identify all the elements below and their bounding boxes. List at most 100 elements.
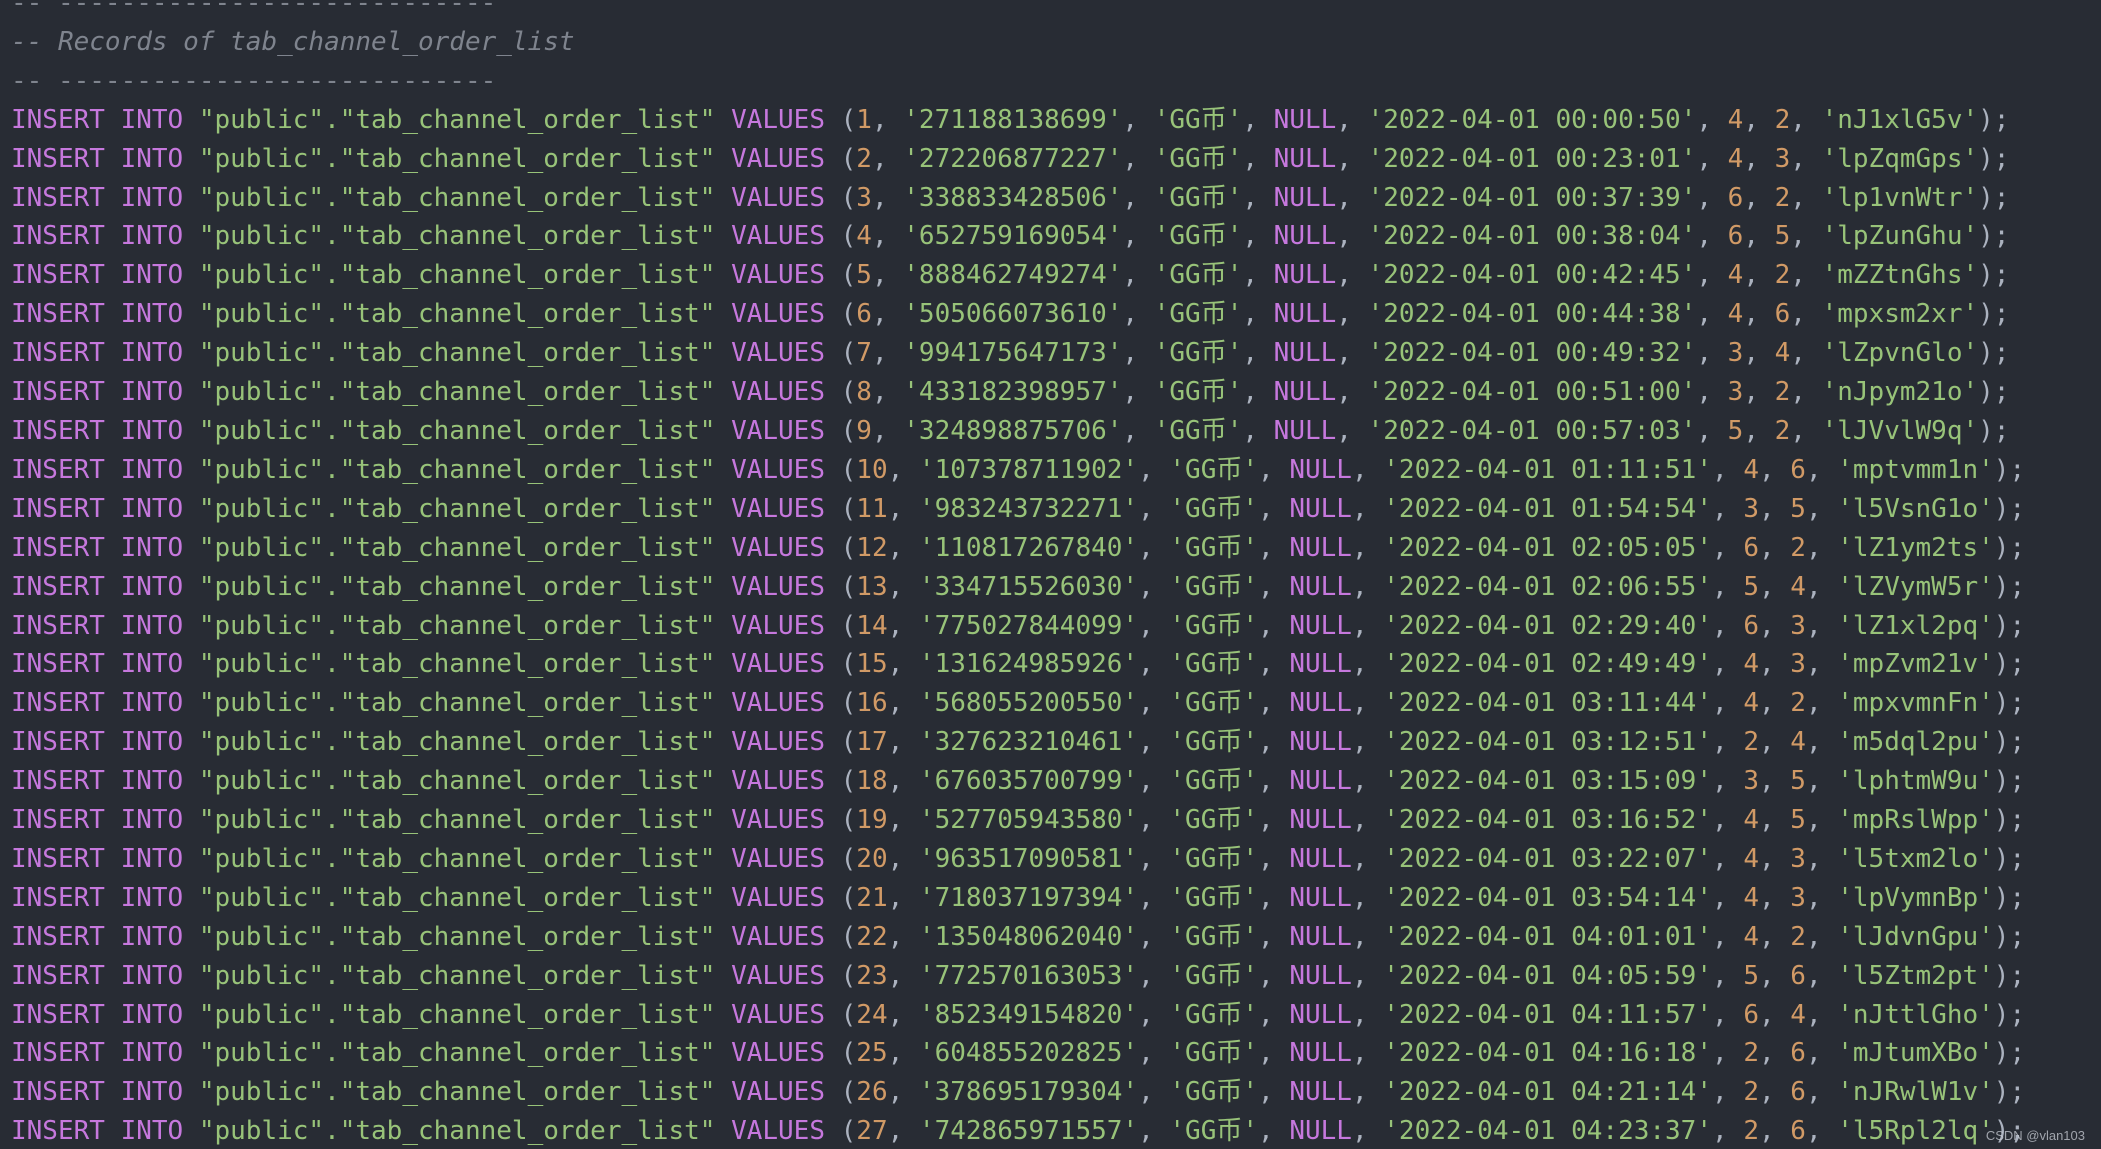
punctuation: , — [1242, 415, 1274, 446]
punctuation: , — [1258, 805, 1290, 836]
punctuation: ); — [1993, 649, 2026, 680]
punctuation: , — [1805, 999, 1838, 1030]
numeric-value-a: 6 — [1743, 610, 1759, 641]
timestamp-value: '2022-04-01 00:37:39' — [1367, 182, 1697, 213]
table-reference: "public"."tab_channel_order_list" — [198, 999, 716, 1030]
punctuation: , — [1122, 377, 1154, 408]
punctuation: , — [1122, 104, 1154, 135]
numeric-value-b: 2 — [1790, 688, 1806, 719]
punctuation: , — [1790, 338, 1822, 369]
punctuation — [715, 766, 731, 796]
currency-value: 'GG币' — [1169, 882, 1259, 913]
numeric-value-a: 5 — [1743, 571, 1759, 602]
null-keyword: NULL — [1289, 649, 1352, 680]
punctuation: , — [1712, 532, 1744, 563]
keyword-insert-into: INSERT INTO — [11, 1038, 184, 1069]
keyword-values: VALUES — [731, 999, 825, 1030]
punctuation — [715, 221, 731, 251]
punctuation: , — [1258, 493, 1290, 524]
currency-value: 'GG币' — [1169, 727, 1259, 758]
punctuation: , — [1805, 688, 1838, 719]
punctuation — [183, 922, 199, 952]
punctuation: , — [1336, 182, 1368, 213]
table-reference: "public"."tab_channel_order_list" — [198, 493, 716, 524]
keyword-values: VALUES — [731, 688, 825, 719]
currency-value: 'GG币' — [1169, 454, 1259, 485]
punctuation: , — [1758, 766, 1791, 797]
punctuation: , — [1805, 1077, 1838, 1108]
punctuation: ( — [824, 338, 857, 369]
timestamp-value: '2022-04-01 00:57:03' — [1367, 415, 1697, 446]
punctuation: , — [1712, 843, 1744, 874]
row-id: 26 — [856, 1077, 888, 1108]
insert-statement-line: INSERT INTO "public"."tab_channel_order_… — [11, 568, 2025, 607]
punctuation: , — [1336, 299, 1368, 330]
row-id: 15 — [856, 649, 888, 680]
null-keyword: NULL — [1273, 415, 1337, 446]
punctuation: , — [1122, 338, 1154, 369]
currency-value: 'GG币' — [1169, 921, 1259, 952]
punctuation: ); — [1993, 532, 2026, 563]
keyword-values: VALUES — [731, 338, 825, 369]
table-reference: "public"."tab_channel_order_list" — [198, 805, 716, 836]
punctuation: , — [887, 999, 919, 1030]
punctuation: , — [1743, 221, 1775, 252]
punctuation: , — [1336, 338, 1368, 369]
punctuation: , — [1242, 221, 1274, 252]
code-value: 'l5VsnG1o' — [1837, 493, 1994, 524]
currency-value: 'GG币' — [1169, 1077, 1259, 1108]
punctuation: , — [1258, 960, 1290, 991]
punctuation: ( — [824, 299, 857, 330]
timestamp-value: '2022-04-01 03:12:51' — [1383, 727, 1712, 758]
punctuation: , — [1696, 260, 1728, 291]
order-number: '775027844099' — [918, 610, 1139, 641]
row-id: 7 — [856, 338, 872, 369]
row-id: 27 — [856, 1116, 888, 1147]
timestamp-value: '2022-04-01 00:49:32' — [1367, 338, 1697, 369]
order-number: '772570163053' — [918, 960, 1139, 991]
punctuation: , — [1242, 377, 1274, 408]
table-reference: "public"."tab_channel_order_list" — [198, 571, 716, 602]
table-reference: "public"."tab_channel_order_list" — [198, 182, 716, 213]
punctuation — [183, 611, 199, 641]
timestamp-value: '2022-04-01 03:15:09' — [1383, 766, 1712, 797]
punctuation: ); — [1993, 921, 2026, 952]
keyword-insert-into: INSERT INTO — [11, 571, 184, 602]
punctuation: , — [1138, 493, 1170, 524]
keyword-values: VALUES — [731, 182, 825, 213]
null-keyword: NULL — [1289, 921, 1352, 952]
punctuation: , — [1712, 571, 1744, 602]
punctuation: ); — [1978, 260, 2010, 291]
keyword-insert-into: INSERT INTO — [11, 999, 184, 1030]
punctuation: , — [1696, 182, 1728, 213]
punctuation: , — [1138, 610, 1170, 641]
punctuation: , — [1242, 260, 1274, 291]
punctuation: , — [1805, 1038, 1838, 1069]
keyword-values: VALUES — [731, 766, 825, 797]
punctuation: , — [887, 843, 919, 874]
punctuation: ); — [1993, 688, 2026, 719]
punctuation: , — [1242, 338, 1274, 369]
punctuation: , — [1790, 143, 1822, 174]
code-editor[interactable]: -- ---------------------------- -- Recor… — [0, 0, 2101, 1149]
timestamp-value: '2022-04-01 04:16:18' — [1383, 1038, 1712, 1069]
punctuation: , — [1258, 843, 1290, 874]
numeric-value-b: 5 — [1774, 221, 1791, 252]
punctuation: , — [871, 143, 904, 174]
insert-statement-line: INSERT INTO "public"."tab_channel_order_… — [11, 217, 2025, 256]
currency-value: 'GG币' — [1169, 688, 1259, 719]
punctuation: , — [1758, 532, 1791, 563]
order-number: '852349154820' — [918, 999, 1139, 1030]
punctuation: , — [1122, 143, 1154, 174]
table-reference: "public"."tab_channel_order_list" — [198, 338, 716, 369]
code-value: 'mpxvmnFn' — [1837, 688, 1994, 719]
row-id: 25 — [856, 1038, 888, 1069]
timestamp-value: '2022-04-01 04:11:57' — [1383, 999, 1712, 1030]
punctuation: , — [1258, 688, 1290, 719]
punctuation: ); — [1978, 415, 2010, 446]
keyword-values: VALUES — [731, 649, 825, 680]
row-id: 20 — [856, 843, 888, 874]
punctuation — [715, 338, 731, 368]
null-keyword: NULL — [1273, 182, 1337, 213]
table-reference: "public"."tab_channel_order_list" — [198, 104, 716, 135]
